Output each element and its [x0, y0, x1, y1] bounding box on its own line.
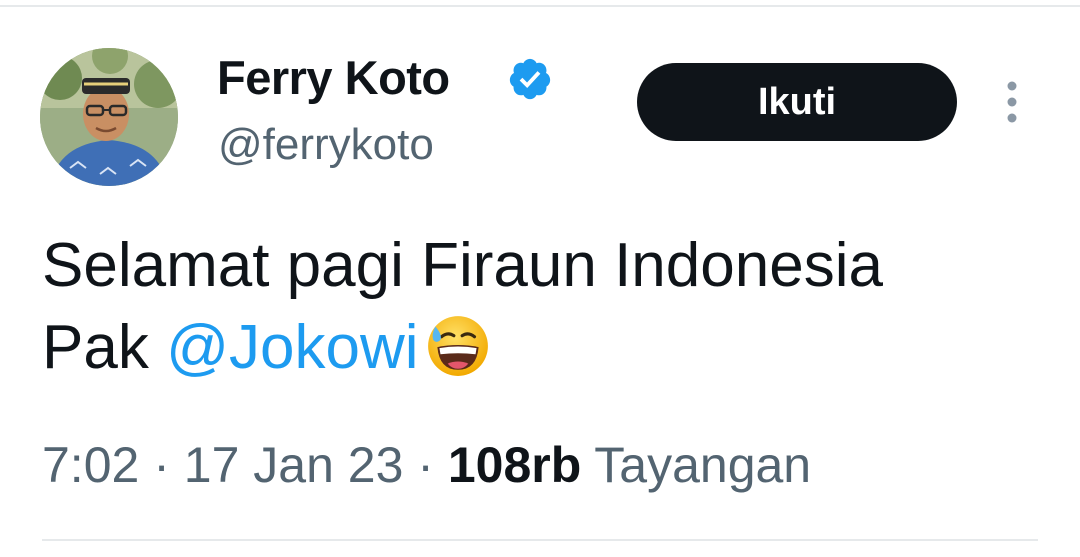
display-name[interactable]: Ferry Koto: [217, 50, 450, 106]
more-options-icon[interactable]: [1000, 80, 1024, 124]
mention-link[interactable]: @Jokowi: [166, 313, 418, 382]
bottom-divider: [42, 539, 1038, 541]
follow-button[interactable]: Ikuti: [637, 63, 957, 141]
tweet-metadata: 7:02 · 17 Jan 23 · 108rb Tayangan: [42, 434, 811, 496]
handle[interactable]: @ferrykoto: [218, 118, 434, 172]
tweet-line-2: Pak @Jokowi: [42, 307, 1042, 389]
tweet-line-1: Selamat pagi Firaun Indonesia: [42, 231, 883, 300]
grinning-face-with-sweat-icon: [427, 316, 488, 376]
tweet-time[interactable]: 7:02: [42, 437, 139, 493]
top-divider: [0, 5, 1080, 7]
meta-separator: ·: [403, 437, 448, 493]
avatar-photo: [40, 48, 178, 186]
verified-badge-icon[interactable]: [507, 56, 553, 102]
meta-separator: ·: [139, 437, 184, 493]
tweet-text: Selamat pagi Firaun Indonesia Pak @Jokow…: [42, 225, 1042, 389]
tweet-date[interactable]: 17 Jan 23: [184, 437, 404, 493]
avatar[interactable]: [40, 48, 178, 186]
tweet-line-2-prefix: Pak: [42, 313, 167, 382]
views-count[interactable]: 108rb: [448, 437, 581, 493]
views-label[interactable]: Tayangan: [581, 437, 811, 493]
